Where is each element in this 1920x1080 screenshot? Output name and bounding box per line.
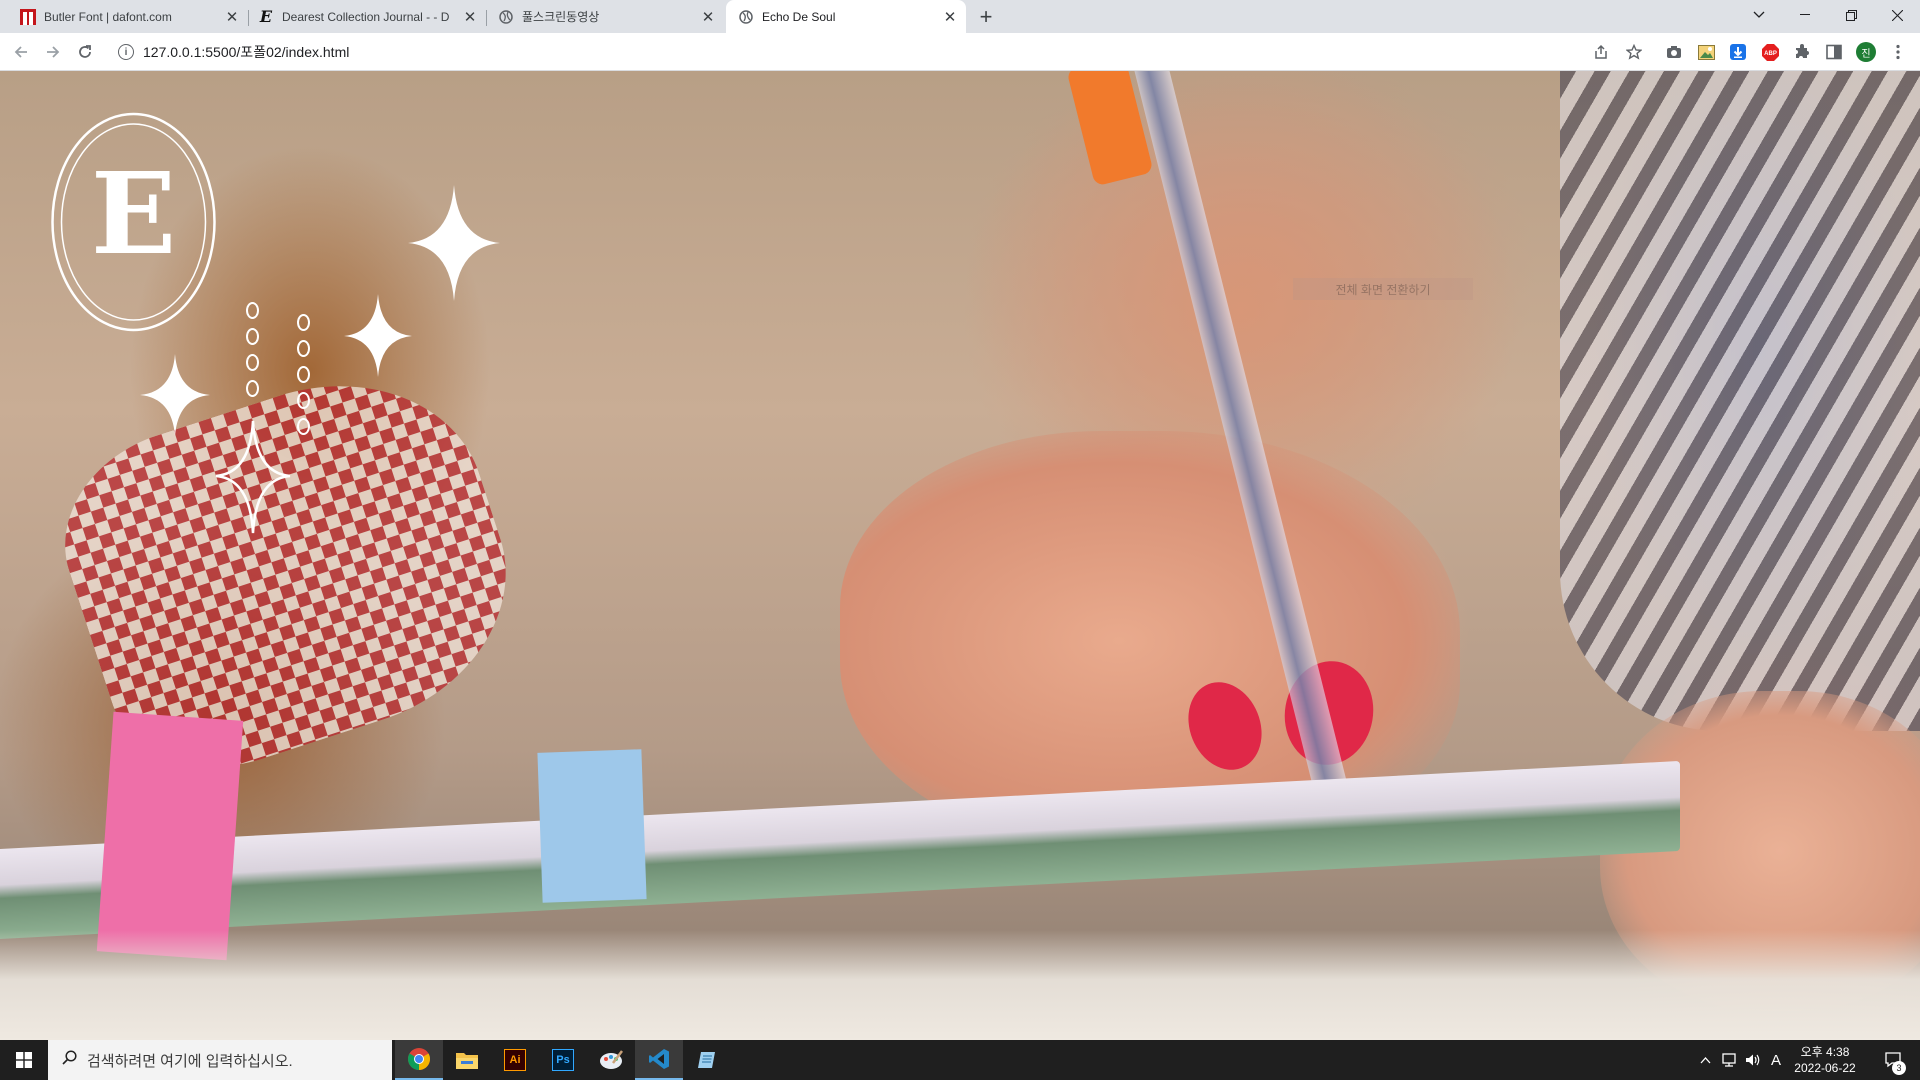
tab-fullscreen-video[interactable]: 풀스크린동영상 ✕ (486, 0, 724, 33)
star-icon[interactable] (1624, 42, 1644, 62)
dot-ring (297, 314, 310, 331)
clock-date: 2022-06-22 (1794, 1061, 1856, 1075)
tab-close-icon[interactable]: ✕ (460, 7, 480, 27)
input-method-indicator[interactable]: A (1766, 1040, 1786, 1080)
sparkle-icon (408, 185, 500, 301)
fullscreen-video[interactable]: E 전체 화면 전환하기 (0, 71, 1920, 1040)
taskbar-clock[interactable]: 오후 4:38 2022-06-22 (1790, 1044, 1860, 1076)
adblock-icon[interactable]: ABP (1760, 42, 1780, 62)
download-icon[interactable] (1728, 42, 1748, 62)
address-bar[interactable]: i 127.0.0.1:5500/포폴02/index.html (108, 36, 1663, 68)
chrome-icon[interactable] (395, 1040, 443, 1080)
sparkle-icon (140, 354, 210, 436)
dafont-icon (20, 8, 36, 25)
menu-icon[interactable] (1888, 42, 1908, 62)
search-placeholder: 검색하려면 여기에 입력하십시오. (87, 1052, 293, 1070)
illustrator-icon[interactable]: Ai (491, 1040, 539, 1080)
dot-ring (297, 418, 310, 435)
rug-shape (0, 930, 1920, 1040)
clock-time: 오후 4:38 (1800, 1045, 1850, 1059)
dots-column-right (297, 314, 310, 435)
tab-echo-de-soul[interactable]: Echo De Soul ✕ (726, 0, 966, 33)
url-text[interactable]: 127.0.0.1:5500/포폴02/index.html (143, 42, 349, 62)
image-icon[interactable] (1696, 42, 1716, 62)
tab-title: Butler Font | dafont.com (44, 9, 172, 24)
tab-dafont[interactable]: Butler Font | dafont.com ✕ (0, 0, 248, 33)
chevron-up-icon[interactable] (1694, 1040, 1716, 1080)
sidepanel-icon[interactable] (1824, 42, 1844, 62)
reload-icon[interactable] (73, 40, 97, 64)
e-letter-icon: E (259, 7, 273, 26)
network-icon[interactable] (1718, 1040, 1740, 1080)
tab-title: 풀스크린동영상 (522, 10, 600, 24)
notebook-shape (0, 760, 1680, 942)
tab-title: Echo De Soul (762, 9, 836, 24)
globe-icon (498, 9, 514, 25)
chevron-down-icon[interactable] (1736, 0, 1782, 30)
back-arrow-icon[interactable] (9, 40, 33, 64)
notification-badge: 3 (1892, 1061, 1906, 1075)
forward-arrow-icon[interactable] (41, 40, 65, 64)
dot-ring (246, 354, 259, 371)
info-icon[interactable]: i (118, 44, 134, 60)
restore-icon[interactable] (1828, 0, 1874, 30)
profile-avatar[interactable]: 진 (1856, 42, 1876, 62)
extensions-icon[interactable] (1792, 42, 1812, 62)
fullscreen-toggle-button[interactable]: 전체 화면 전환하기 (1293, 278, 1473, 300)
dot-ring (246, 380, 259, 397)
tab-close-icon[interactable]: ✕ (698, 7, 718, 27)
blue-sticky-flag (537, 749, 647, 903)
search-icon (62, 1050, 77, 1070)
dot-ring (246, 328, 259, 345)
tab-close-icon[interactable]: ✕ (940, 7, 960, 27)
camera-icon[interactable] (1664, 42, 1684, 62)
dot-ring (297, 392, 310, 409)
profile-initial: 진 (1856, 42, 1876, 62)
striped-sleeve (1560, 71, 1920, 731)
pink-sticky-flag (96, 711, 244, 961)
windows-taskbar: 검색하려면 여기에 입력하십시오. Ai Ps A 오후 4:38 2022-0… (0, 1040, 1920, 1080)
dot-ring (297, 366, 310, 383)
close-icon[interactable] (1874, 0, 1920, 30)
globe-icon (738, 9, 754, 25)
notepad-icon[interactable] (683, 1040, 731, 1080)
volume-icon[interactable] (1742, 1040, 1764, 1080)
illustrator-label: Ai (504, 1049, 526, 1071)
windows-start-icon[interactable] (0, 1040, 48, 1080)
file-explorer-icon[interactable] (443, 1040, 491, 1080)
tab-close-icon[interactable]: ✕ (222, 7, 242, 27)
taskbar-search-input[interactable]: 검색하려면 여기에 입력하십시오. (48, 1040, 392, 1080)
tab-title: Dearest Collection Journal - - D (282, 9, 450, 24)
paint-icon[interactable] (587, 1040, 635, 1080)
sparkle-icon (344, 294, 412, 377)
notification-center-icon[interactable]: 3 (1874, 1040, 1914, 1080)
dot-ring (246, 302, 259, 319)
dot-ring (297, 340, 310, 357)
sparkle-icon (215, 420, 291, 534)
adblock-label: ABP (1764, 51, 1777, 57)
vscode-icon[interactable] (635, 1040, 683, 1080)
dots-column-left (246, 302, 259, 397)
photoshop-icon[interactable]: Ps (539, 1040, 587, 1080)
browser-toolbar: i 127.0.0.1:5500/포폴02/index.html ABP 진 (0, 33, 1920, 71)
minimize-icon[interactable] (1782, 0, 1828, 30)
tab-strip: Butler Font | dafont.com ✕ E Dearest Col… (0, 0, 1920, 33)
tab-dearest[interactable]: E Dearest Collection Journal - - D ✕ (248, 0, 486, 33)
new-tab-button[interactable]: + (974, 4, 998, 29)
photoshop-label: Ps (552, 1049, 574, 1071)
share-icon[interactable] (1591, 42, 1611, 62)
